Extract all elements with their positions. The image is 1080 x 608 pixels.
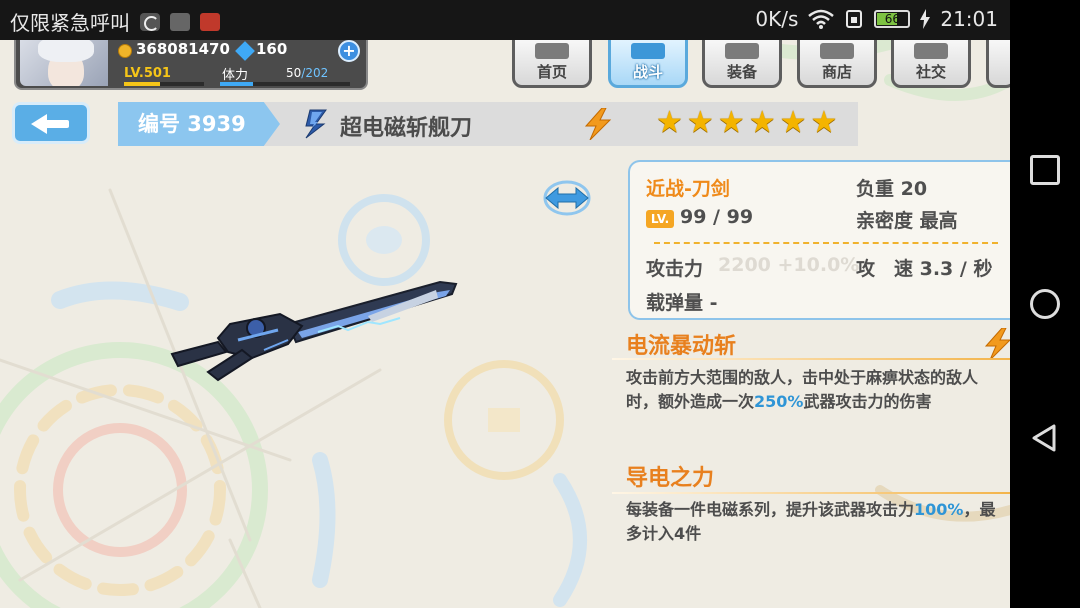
gold-coin-icon [118, 44, 132, 58]
weapon-weight: 负重 20 [856, 178, 928, 200]
add-gems-button[interactable]: + [338, 40, 360, 62]
swap-weapon-icon[interactable] [542, 178, 592, 218]
skill-description: 攻击前方大范围的敌人，击中处于麻痹状态的敌人时，额外造成一次250%武器攻击力的… [626, 366, 1004, 414]
menu-home-button[interactable]: 首页 [512, 40, 592, 88]
lightning-icon [984, 328, 1010, 360]
gem-icon [235, 41, 255, 61]
android-nav-bar [1010, 0, 1080, 608]
stamina-label: 体力 [222, 68, 249, 83]
attack-speed: 攻 速 3.3 / 秒 [856, 258, 993, 280]
star-icon: ★ [779, 105, 807, 140]
skill-desc-text: 武器攻击力的伤害 [803, 392, 932, 411]
menu-label: 战斗 [632, 63, 663, 81]
menu-label: 社交 [915, 63, 946, 81]
back-arrow-shaft [45, 120, 69, 128]
equipment-icon [725, 43, 759, 59]
player-panel: 368081470 160 + LV.501 体力 50/202 [14, 40, 368, 90]
weapon-level: 99 / 99 [680, 206, 754, 228]
weapon-type-icon [305, 109, 327, 139]
stamina-max: /202 [301, 66, 329, 80]
stamina-value: 50/202 [286, 66, 328, 80]
battery-percent: 66 [884, 12, 900, 26]
clock: 21:01 [940, 7, 998, 31]
menu-equipment-button[interactable]: 装备 [702, 40, 782, 88]
menu-label: 商店 [821, 63, 852, 81]
battle-icon [631, 43, 665, 59]
weapon-id-tag: 编号 3939 [118, 102, 280, 146]
home-button[interactable] [1030, 289, 1060, 319]
stamina-progress-bar [220, 82, 350, 86]
back-button[interactable] [12, 102, 90, 144]
charging-icon [920, 9, 931, 29]
moon-icon [140, 12, 160, 31]
gold-amount: 368081470 [136, 40, 230, 58]
skill-title: 电流暴动斩 [626, 334, 737, 359]
status-bar: 仅限紧急呼叫 0K/s 66 21:01 [0, 0, 1010, 40]
stamina-current: 50 [286, 66, 302, 80]
skill-desc-text: 每装备一件电磁系列，提升该武器攻击力 [626, 500, 915, 519]
sim-icon [846, 10, 863, 28]
attack-label: 攻击力 [646, 258, 704, 280]
menu-shop-button[interactable]: 商店 [797, 40, 877, 88]
skill-desc-highlight: 100% [914, 500, 964, 519]
menu-social-button[interactable]: 社交 [891, 40, 971, 88]
weapon-name: 超电磁斩舰刀 [340, 116, 473, 141]
menu-battle-button[interactable]: 战斗 [608, 40, 688, 88]
net-speed: 0K/s [755, 7, 799, 31]
skill-divider [612, 492, 1010, 494]
gem-amount: 160 [256, 40, 288, 58]
star-icon: ★ [748, 105, 776, 140]
weapon-stats-panel: 近战-刀剑 负重 20 LV. 99 / 99 亲密度 最高 攻击力 2200 … [628, 160, 1010, 320]
attack-value: 2200 +10.0% [718, 254, 860, 276]
skill-desc-highlight: 250% [754, 392, 804, 411]
level-progress-bar [124, 82, 204, 86]
gallery-icon [170, 12, 190, 31]
battery-icon: 66 [874, 10, 911, 28]
ammo-capacity: 载弹量 - [646, 292, 718, 314]
star-icon: ★ [810, 105, 838, 140]
level-progress-fill [124, 82, 160, 86]
shop-icon [820, 43, 854, 59]
avatar[interactable] [20, 40, 108, 86]
home-icon [535, 43, 569, 59]
stamina-progress-fill [220, 82, 253, 86]
menu-label: 装备 [726, 63, 757, 81]
weapon-type: 近战-刀剑 [646, 178, 730, 200]
menu-more-button[interactable] [986, 40, 1010, 88]
level-badge: LV. [646, 210, 674, 228]
star-rating: ★ ★ ★ ★ ★ ★ [656, 108, 837, 138]
game-screen: 368081470 160 + LV.501 体力 50/202 首页 战斗 装… [0, 40, 1010, 608]
skill-title: 导电之力 [626, 466, 715, 491]
video-icon [200, 12, 220, 31]
star-icon: ★ [717, 105, 745, 140]
menu-label: 首页 [536, 63, 567, 81]
star-icon: ★ [686, 105, 714, 140]
weapon-affinity: 亲密度 最高 [856, 210, 958, 232]
recent-apps-button[interactable] [1030, 155, 1060, 185]
social-icon [914, 43, 948, 59]
stats-divider [654, 242, 998, 244]
back-nav-button[interactable] [1030, 423, 1060, 453]
weapon-image [170, 280, 458, 382]
lightning-icon [584, 108, 612, 140]
wifi-icon [808, 9, 835, 29]
skill-description: 每装备一件电磁系列，提升该武器攻击力100%，最多计入4件 [626, 498, 1004, 546]
player-level: LV.501 [124, 66, 171, 81]
carrier-status: 仅限紧急呼叫 [10, 11, 130, 35]
skill-divider [612, 358, 1010, 360]
star-icon: ★ [656, 105, 683, 140]
